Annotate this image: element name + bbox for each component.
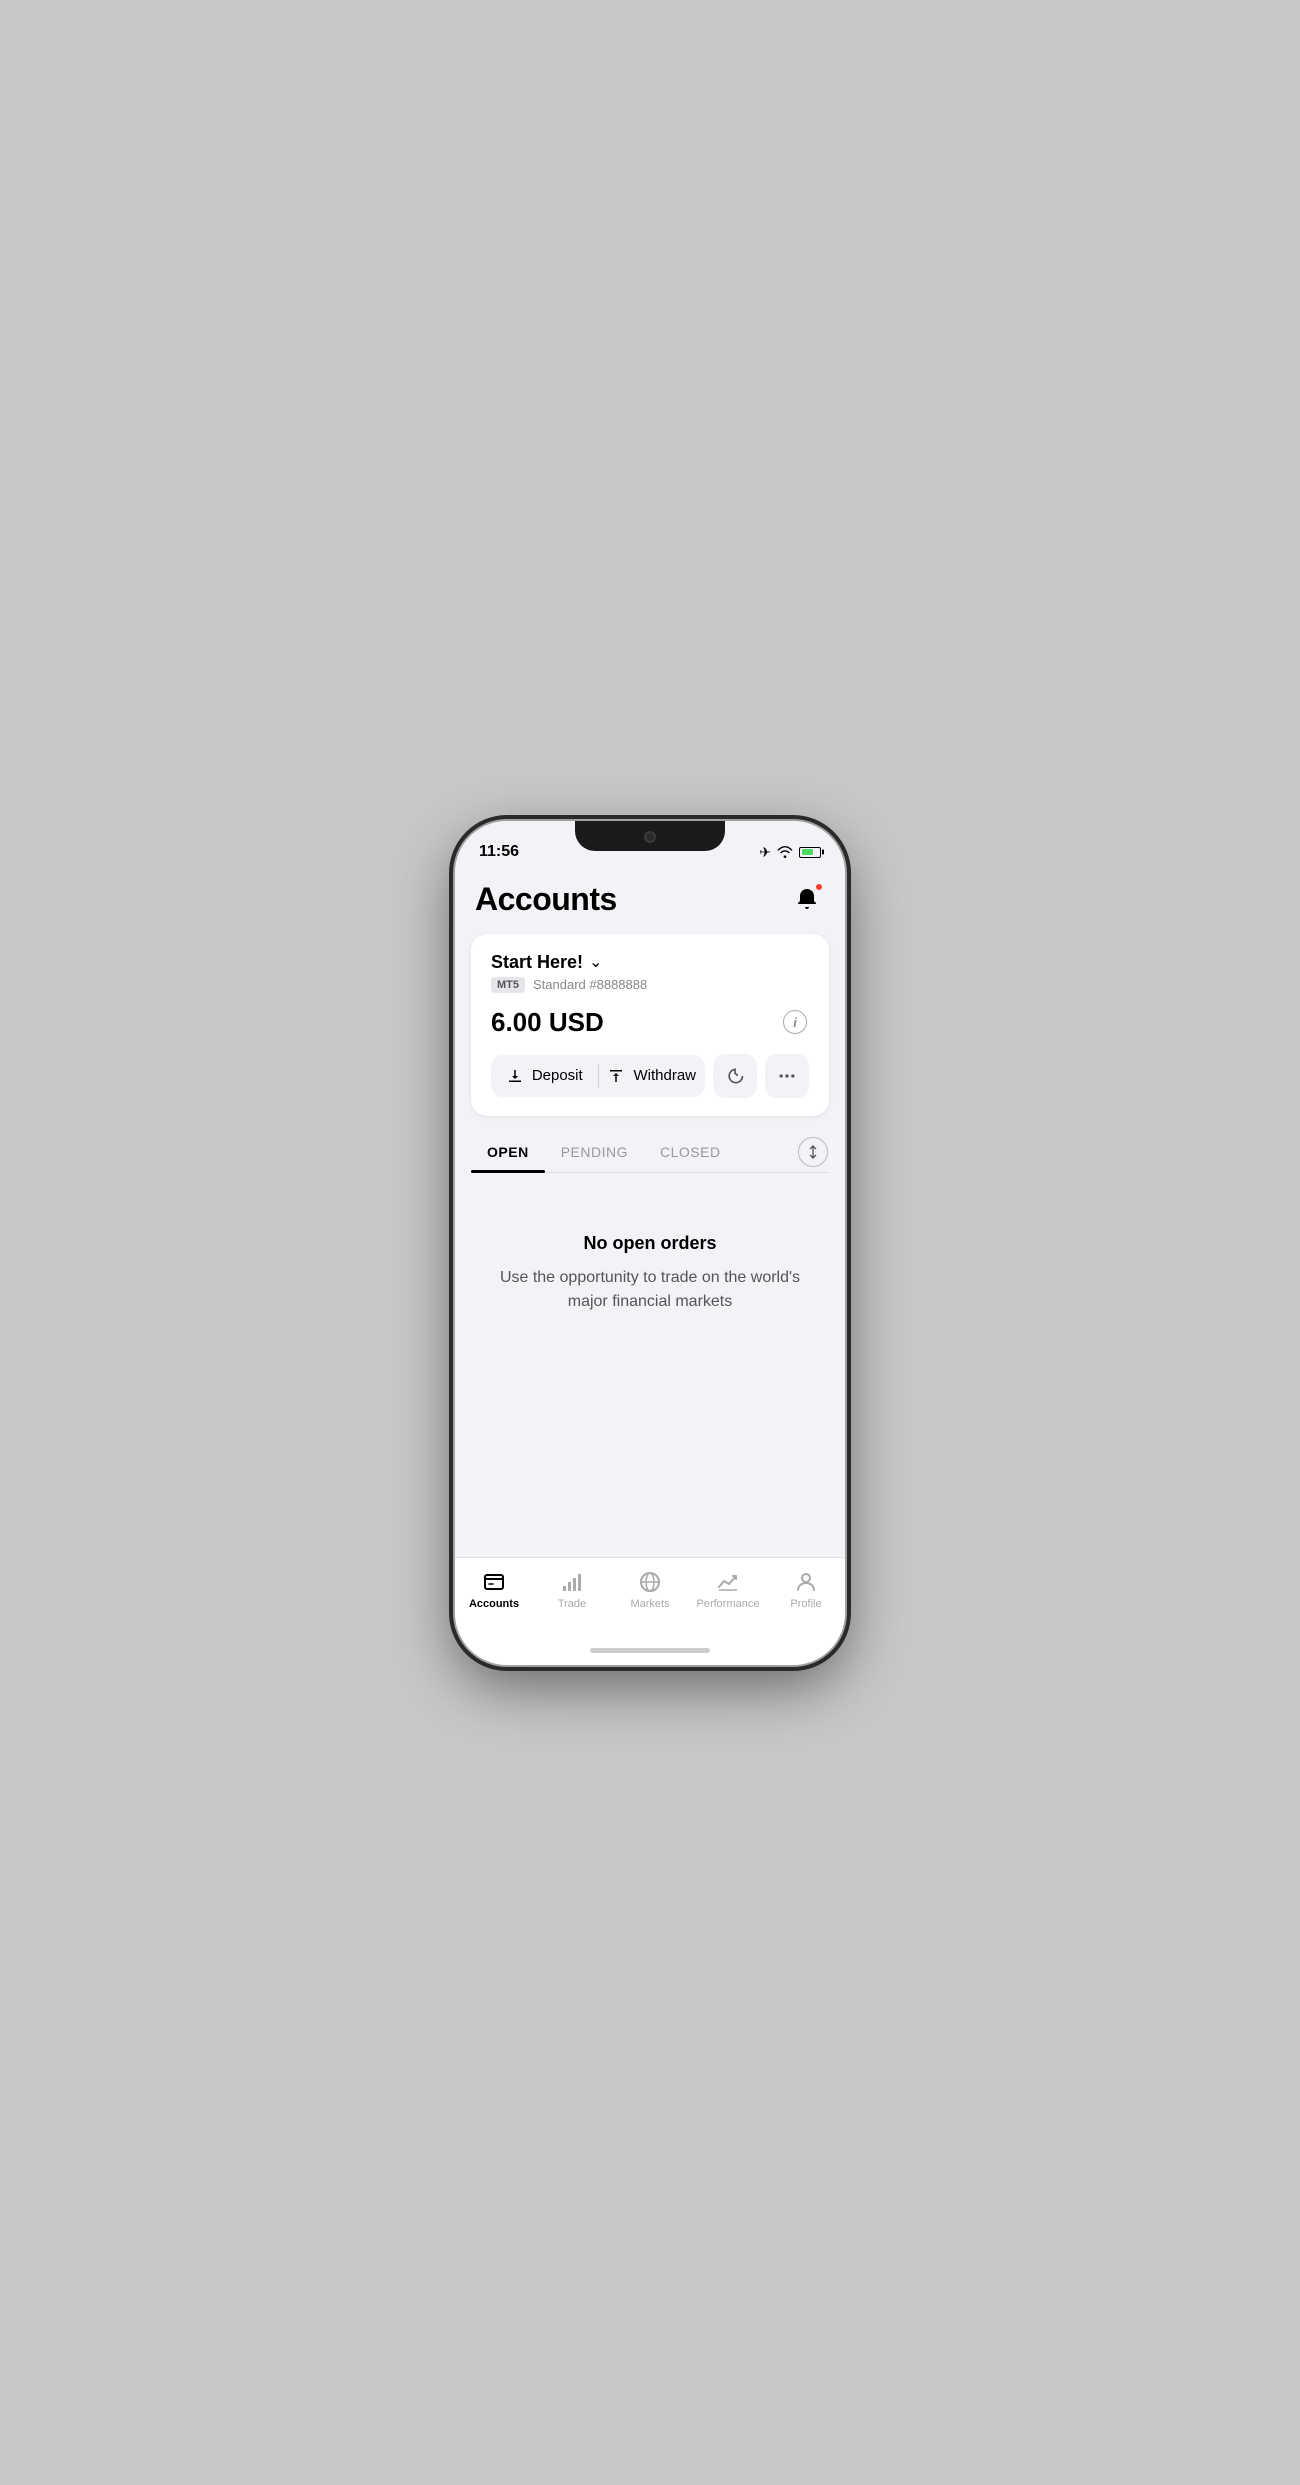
empty-description: Use the opportunity to trade on the worl… [495,1266,805,1314]
trade-nav-icon [560,1570,584,1594]
nav-item-profile[interactable]: Profile [767,1566,845,1610]
sort-icon [798,1137,828,1167]
withdraw-icon [607,1067,625,1085]
empty-title: No open orders [583,1233,716,1254]
nav-item-accounts[interactable]: Accounts [455,1566,533,1610]
screen-content: Accounts Start Here! ⌄ MT5 Standard #888… [455,869,845,1557]
tabs-row: OPEN PENDING CLOSED [471,1132,829,1173]
sort-button[interactable] [797,1136,829,1168]
deposit-icon [506,1067,524,1085]
account-dropdown-icon[interactable]: ⌄ [589,952,602,972]
tabs-section: OPEN PENDING CLOSED [455,1132,845,1173]
trade-nav-label: Trade [558,1598,586,1610]
airplane-icon: ✈ [759,844,771,861]
info-icon: i [783,1010,807,1034]
tab-closed[interactable]: CLOSED [644,1132,737,1172]
tab-open[interactable]: OPEN [471,1132,545,1172]
notification-dot [815,883,823,891]
status-icons: ✈ [759,844,821,861]
deposit-withdraw-group: Deposit Withdraw [491,1055,705,1097]
account-number: Standard #8888888 [533,977,647,992]
deposit-button[interactable]: Deposit [491,1055,598,1097]
more-icon [777,1066,797,1086]
more-options-button[interactable] [765,1054,809,1098]
account-header: Start Here! ⌄ [491,952,809,973]
home-indicator [455,1637,845,1665]
nav-item-markets[interactable]: Markets [611,1566,689,1610]
history-icon [725,1066,745,1086]
page-title: Accounts [475,881,617,918]
balance-row: 6.00 USD i [491,1007,809,1038]
bottom-nav: Accounts Trade Markets [455,1557,845,1637]
account-name: Start Here! [491,952,583,973]
profile-nav-icon [794,1570,818,1594]
markets-nav-label: Markets [630,1598,669,1610]
notification-bell-button[interactable] [789,881,825,917]
markets-nav-icon [638,1570,662,1594]
bell-icon [795,887,819,911]
empty-state: No open orders Use the opportunity to tr… [455,1173,845,1354]
profile-nav-label: Profile [790,1598,821,1610]
home-bar [590,1648,710,1653]
battery-icon [799,847,821,858]
tab-pending[interactable]: PENDING [545,1132,644,1172]
withdraw-button[interactable]: Withdraw [599,1055,706,1097]
account-type-badge: MT5 [491,977,525,993]
accounts-nav-icon [482,1570,506,1594]
account-card: Start Here! ⌄ MT5 Standard #8888888 6.00… [471,934,829,1116]
accounts-nav-label: Accounts [469,1598,519,1610]
nav-item-performance[interactable]: Performance [689,1566,767,1610]
status-time: 11:56 [479,843,519,861]
balance-amount: 6.00 USD [491,1007,604,1038]
nav-item-trade[interactable]: Trade [533,1566,611,1610]
history-button[interactable] [713,1054,757,1098]
deposit-label: Deposit [532,1067,583,1084]
performance-nav-icon [716,1570,740,1594]
account-meta: MT5 Standard #8888888 [491,977,809,993]
action-buttons: Deposit Withdraw [491,1054,809,1098]
withdraw-label: Withdraw [633,1067,696,1084]
wifi-icon [777,846,793,858]
balance-info-button[interactable]: i [781,1008,809,1036]
performance-nav-label: Performance [697,1598,760,1610]
header: Accounts [455,869,845,926]
